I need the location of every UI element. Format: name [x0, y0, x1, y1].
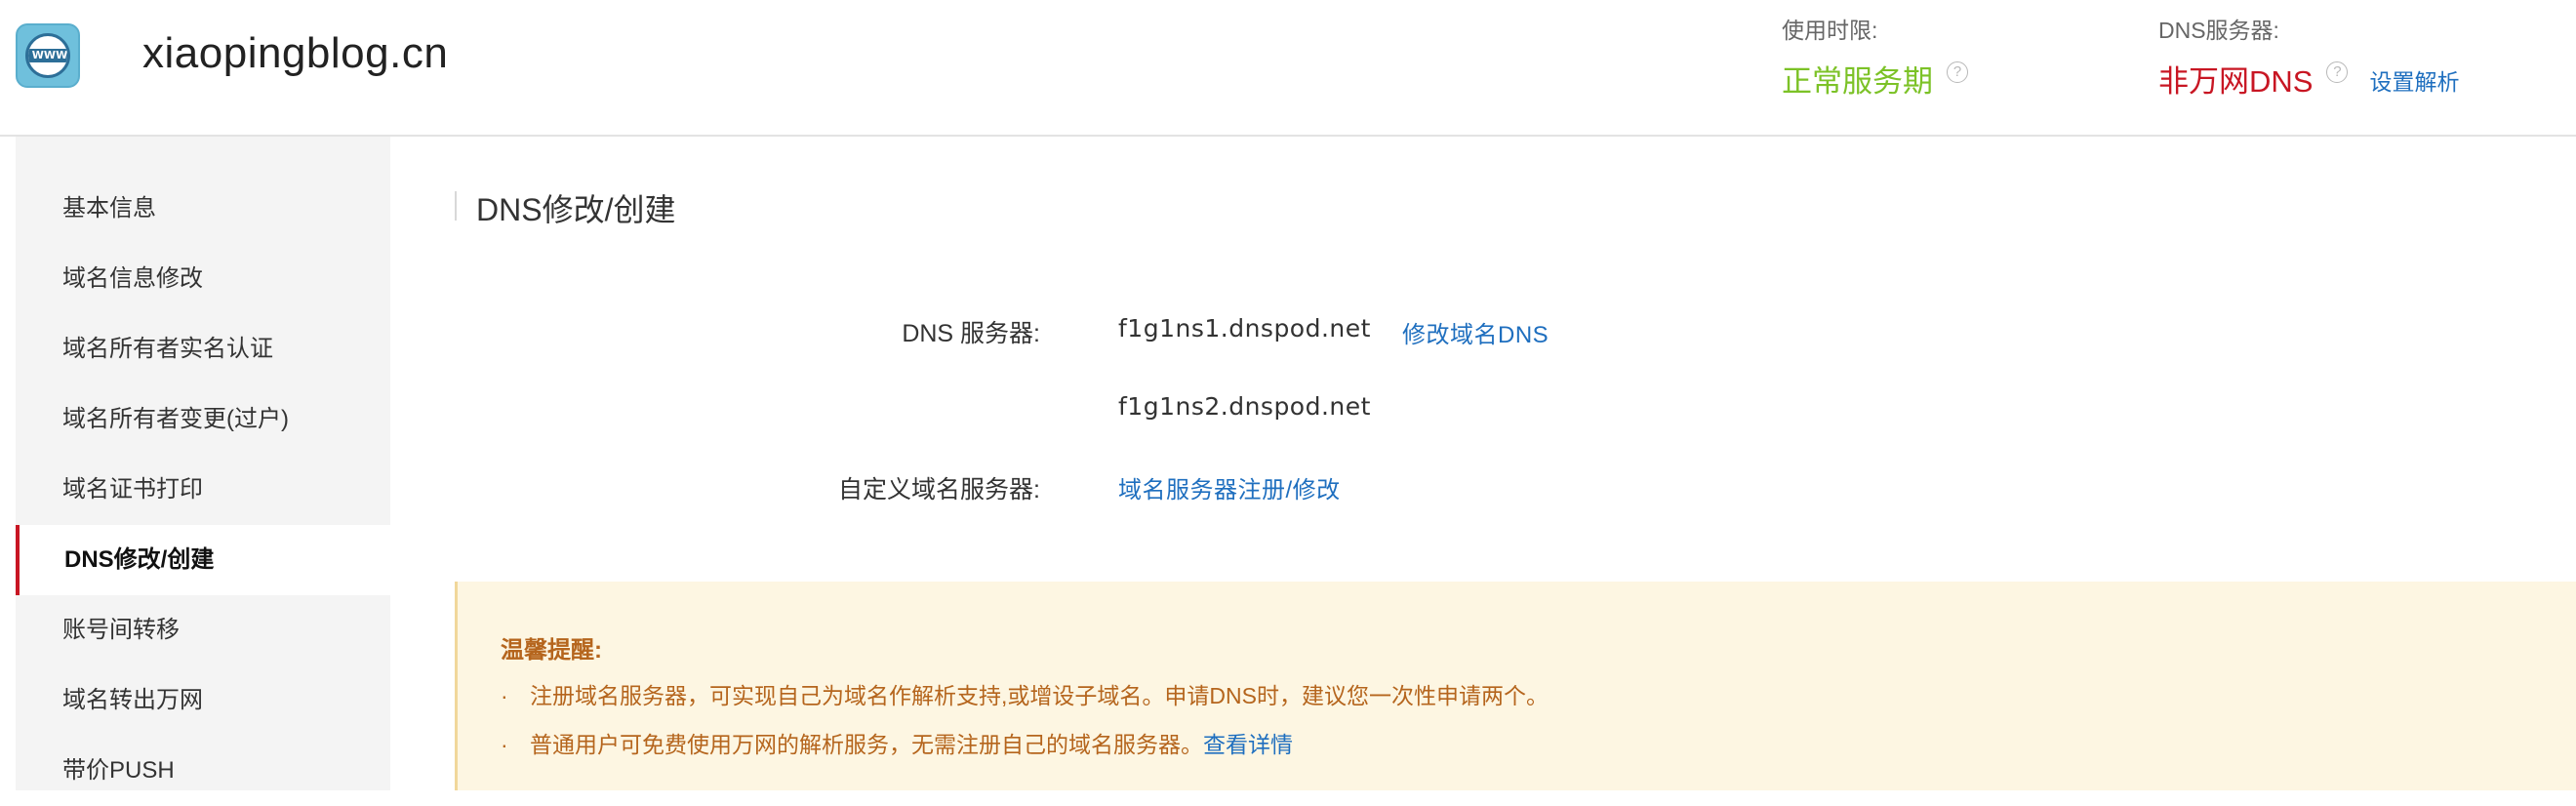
set-dns-resolution-link[interactable]: 设置解析 — [2369, 63, 2459, 97]
view-details-link[interactable]: 查看详情 — [1203, 732, 1293, 757]
notice-box: 温馨提醒: · 注册域名服务器，可实现自己为域名作解析支持,或增设子域名。申请DN… — [455, 582, 2576, 790]
modify-dns-link[interactable]: 修改域名DNS — [1402, 315, 1549, 349]
help-icon[interactable]: ? — [2326, 60, 2349, 83]
header: WWW xiaopingblog.cn 使用时限: 正常服务期 ? DNS服务器… — [0, 0, 2576, 137]
sidebar-item-push[interactable]: 带价PUSH — [16, 736, 390, 806]
usage-period-label: 使用时限: — [1782, 18, 1878, 43]
bullet: · — [501, 683, 508, 708]
domain-globe-icon: WWW — [16, 23, 80, 88]
custom-dns-field-label: 自定义域名服务器: — [838, 476, 1040, 504]
notice-item: · 普通用户可免费使用万网的解析服务，无需注册自己的域名服务器。查看详情 — [501, 726, 1293, 759]
www-logo-text: WWW — [28, 49, 67, 62]
sidebar-item-transfer-out[interactable]: 域名转出万网 — [16, 665, 390, 736]
notice-text: 普通用户可免费使用万网的解析服务，无需注册自己的域名服务器。 — [530, 732, 1203, 757]
bullet: · — [501, 732, 508, 757]
dns-server-register-link[interactable]: 域名服务器注册/修改 — [1118, 470, 1341, 504]
notice-item: · 注册域名服务器，可实现自己为域名作解析支持,或增设子域名。申请DNS时，建议您… — [501, 677, 1549, 710]
sidebar-item-dns-edit[interactable]: DNS修改/创建 — [16, 525, 390, 595]
sidebar-item-owner-transfer[interactable]: 域名所有者变更(过户) — [16, 384, 390, 455]
dns-server-1-value: f1g1ns1.dnspod.net — [1118, 314, 1371, 343]
sidebar-item-account-move[interactable]: 账号间转移 — [16, 595, 390, 665]
help-icon[interactable]: ? — [1947, 60, 1968, 83]
dns-server-label: DNS服务器: — [2158, 18, 2279, 43]
dns-server-field-label: DNS 服务器: — [902, 320, 1040, 347]
sidebar-item-edit-info[interactable]: 域名信息修改 — [16, 244, 390, 314]
domain-name-title: xiaopingblog.cn — [142, 29, 449, 77]
dns-server-2-value: f1g1ns2.dnspod.net — [1118, 392, 1371, 421]
notice-text: 注册域名服务器，可实现自己为域名作解析支持,或增设子域名。申请DNS时，建议您一… — [530, 683, 1549, 708]
page-title: DNS修改/创建 — [476, 192, 676, 227]
dns-server-value: 非万网DNS — [2158, 64, 2314, 99]
title-divider — [455, 191, 457, 221]
dns-server-block: DNS服务器: 非万网DNS ? 设置解析 — [2158, 12, 2459, 101]
sidebar-item-certificate[interactable]: 域名证书打印 — [16, 455, 390, 525]
sidebar-nav: 基本信息 域名信息修改 域名所有者实名认证 域名所有者变更(过户) 域名证书打印… — [16, 137, 390, 790]
sidebar-item-basic-info[interactable]: 基本信息 — [16, 174, 390, 244]
sidebar-item-real-name-auth[interactable]: 域名所有者实名认证 — [16, 314, 390, 384]
notice-title: 温馨提醒: — [501, 637, 602, 664]
usage-period-block: 使用时限: 正常服务期 ? — [1782, 12, 1968, 101]
usage-period-value: 正常服务期 — [1782, 64, 1933, 99]
